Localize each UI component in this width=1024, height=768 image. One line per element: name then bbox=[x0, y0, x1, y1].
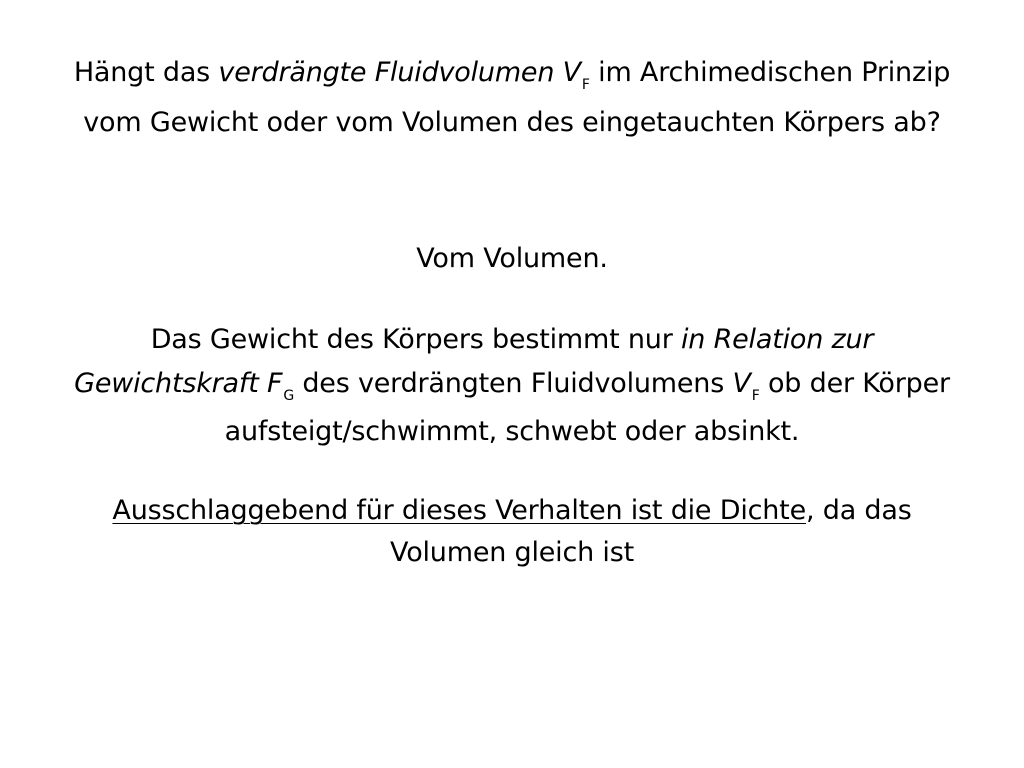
explanation-text: ob der Körper bbox=[759, 368, 950, 399]
conclusion: Ausschlaggebend für dieses Verhalten ist… bbox=[0, 490, 1024, 574]
question-text: Hängt das bbox=[73, 57, 219, 88]
explanation-text: Das Gewicht des Körpers bestimmt nur bbox=[150, 324, 681, 355]
question-italic-term: verdrängte Fluidvolumen V bbox=[218, 57, 581, 88]
explanation-italic: Gewichtskraft F bbox=[74, 368, 283, 399]
short-answer: Vom Volumen. bbox=[416, 243, 608, 274]
question: Hängt das verdrängte Fluidvolumen VF im … bbox=[0, 50, 1024, 146]
explanation-line-3: aufsteigt/schwimmt, schwebt oder absinkt… bbox=[224, 416, 800, 447]
question-line-2: vom Gewicht oder vom Volumen des eingeta… bbox=[83, 107, 941, 138]
subscript-g: G bbox=[283, 388, 294, 404]
conclusion-underlined: Ausschlaggebend für dieses Verhalten ist… bbox=[112, 495, 806, 526]
subscript-f: F bbox=[581, 77, 590, 93]
conclusion-line-1: Ausschlaggebend für dieses Verhalten ist… bbox=[0, 490, 1024, 532]
explanation: Das Gewicht des Körpers bestimmt nur in … bbox=[0, 318, 1024, 454]
subscript-f: F bbox=[751, 388, 760, 404]
explanation-italic: in Relation zur bbox=[680, 324, 874, 355]
explanation-text: des verdrängten Fluidvolumens bbox=[293, 368, 733, 399]
explanation-italic: V bbox=[732, 368, 751, 399]
conclusion-line-2: Volumen gleich ist bbox=[390, 537, 634, 568]
explanation-line-2: Gewichtskraft FG des verdrängten Fluidvo… bbox=[0, 362, 1024, 410]
question-text: im Archimedischen Prinzip bbox=[589, 57, 951, 88]
conclusion-text: , da das bbox=[805, 495, 912, 526]
question-line-1: Hängt das verdrängte Fluidvolumen VF im … bbox=[0, 50, 1024, 100]
explanation-line-1: Das Gewicht des Körpers bestimmt nur in … bbox=[0, 318, 1024, 362]
